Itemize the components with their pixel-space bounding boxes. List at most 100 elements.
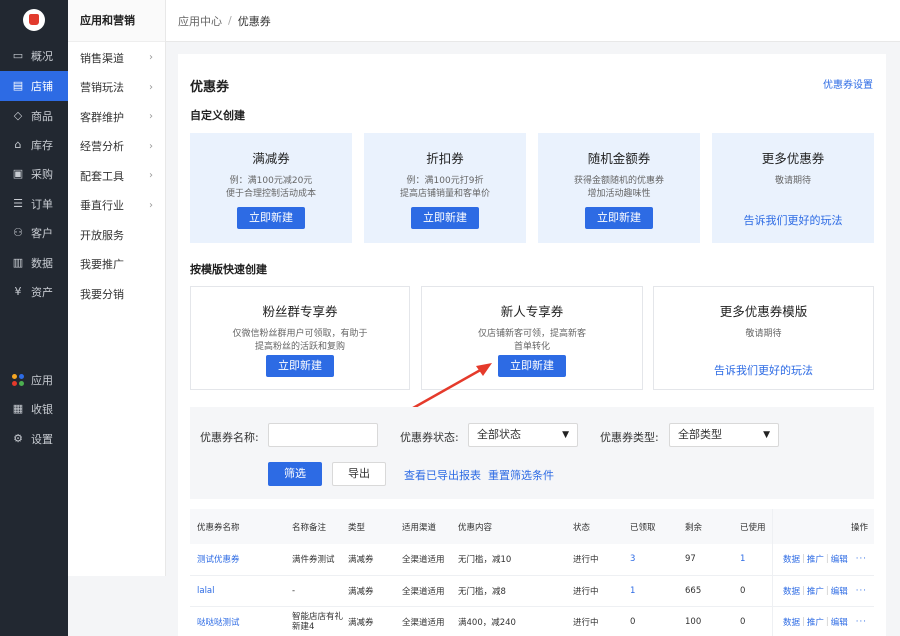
more-actions-icon[interactable]: ··· bbox=[856, 586, 867, 596]
coupon-name-link[interactable]: 哒哒哒测试 bbox=[197, 607, 240, 636]
subnav-item-label: 营销玩法 bbox=[80, 81, 124, 95]
claimed-link[interactable]: 3 bbox=[630, 544, 635, 575]
table-row: 测试优惠券 满件券测试 满减券 全渠道适用 无门槛，减10 进行中 3 97 1… bbox=[190, 544, 874, 576]
suggest-better-play-link[interactable]: 告诉我们更好的玩法 bbox=[712, 212, 874, 228]
view-exported-reports-link[interactable]: 查看已导出报表 bbox=[404, 467, 481, 483]
rail-item-label: 订单 bbox=[31, 198, 53, 211]
coupon-name-input[interactable] bbox=[268, 423, 378, 447]
coupon-name-link[interactable]: lalal bbox=[197, 576, 215, 607]
rail-item-label: 收银 bbox=[31, 403, 53, 416]
subnav-item-sales-channel[interactable]: 销售渠道 › bbox=[68, 43, 165, 73]
subnav-item-promote[interactable]: 我要推广 bbox=[68, 250, 165, 280]
card-title: 更多优惠券模版 bbox=[719, 304, 808, 319]
rail-item-inventory[interactable]: ⌂ 库存 bbox=[0, 130, 68, 160]
secondary-nav-title: 应用和营销 bbox=[68, 0, 165, 42]
create-random-amount-button[interactable]: 立即新建 bbox=[585, 207, 653, 229]
coupon-card-discount: 折扣券 例：满100元打9折 提高店铺销量和客单价 立即新建 bbox=[364, 133, 526, 243]
subnav-item-tools[interactable]: 配套工具 › bbox=[68, 161, 165, 191]
create-full-reduction-button[interactable]: 立即新建 bbox=[237, 207, 305, 229]
subnav-item-label: 经营分析 bbox=[80, 140, 124, 154]
create-fan-group-button[interactable]: 立即新建 bbox=[266, 355, 334, 377]
promote-action-link[interactable]: 推广 bbox=[807, 553, 824, 565]
used-cell: 0 bbox=[740, 617, 746, 628]
chevron-right-icon: › bbox=[149, 81, 153, 93]
rail-item-goods[interactable]: ◇ 商品 bbox=[0, 101, 68, 131]
subnav-item-analysis[interactable]: 经营分析 › bbox=[68, 132, 165, 162]
column-header: 类型 bbox=[348, 522, 366, 533]
coupon-type-label: 优惠券类型: bbox=[600, 431, 659, 444]
promote-action-link[interactable]: 推广 bbox=[807, 585, 824, 597]
subnav-item-label: 销售渠道 bbox=[80, 51, 124, 65]
page-title: 优惠券 bbox=[190, 80, 230, 95]
edit-action-link[interactable]: 编辑 bbox=[831, 553, 848, 565]
cashier-icon: ▦ bbox=[12, 402, 24, 415]
remaining-cell: 665 bbox=[685, 585, 702, 596]
rail-item-label: 设置 bbox=[31, 433, 53, 446]
promote-action-link[interactable]: 推广 bbox=[807, 616, 824, 628]
rail-item-store[interactable]: ▤ 店铺 bbox=[0, 71, 68, 101]
subnav-item-distribution[interactable]: 我要分销 bbox=[68, 279, 165, 309]
channel-cell: 全渠道适用 bbox=[402, 555, 445, 566]
rail-item-data[interactable]: ▥ 数据 bbox=[0, 248, 68, 278]
rail-item-orders[interactable]: ☰ 订单 bbox=[0, 189, 68, 219]
data-action-link[interactable]: 数据 bbox=[783, 553, 800, 565]
rail-item-customers[interactable]: ⚇ 客户 bbox=[0, 218, 68, 248]
edit-action-link[interactable]: 编辑 bbox=[831, 616, 848, 628]
caret-down-icon: ▼ bbox=[562, 430, 569, 440]
edit-action-link[interactable]: 编辑 bbox=[831, 585, 848, 597]
suggest-better-template-link[interactable]: 告诉我们更好的玩法 bbox=[654, 362, 873, 378]
subnav-item-open-service[interactable]: 开放服务 bbox=[68, 220, 165, 250]
cart-icon: ▣ bbox=[12, 167, 24, 180]
apps-icon bbox=[12, 374, 24, 386]
breadcrumb-parent[interactable]: 应用中心 bbox=[178, 13, 222, 29]
subnav-item-vertical[interactable]: 垂直行业 › bbox=[68, 191, 165, 221]
subnav-item-customer-care[interactable]: 客群维护 › bbox=[68, 102, 165, 132]
coupon-name-link[interactable]: 测试优惠券 bbox=[197, 544, 240, 575]
column-header: 适用渠道 bbox=[402, 522, 437, 533]
more-actions-icon[interactable]: ··· bbox=[856, 617, 867, 627]
gear-icon: ⚙ bbox=[13, 432, 23, 445]
card-desc-line: 增加活动趣味性 bbox=[587, 189, 651, 199]
coupon-status-select[interactable]: 全部状态 ▼ bbox=[468, 423, 578, 447]
ops-header-label: 操作 bbox=[850, 522, 868, 533]
store-icon: ▤ bbox=[12, 79, 24, 92]
coupon-settings-link[interactable]: 优惠券设置 bbox=[823, 76, 873, 91]
data-action-link[interactable]: 数据 bbox=[783, 585, 800, 597]
card-title: 随机金额券 bbox=[587, 151, 651, 166]
user-icon: ⚇ bbox=[13, 226, 23, 239]
create-new-customer-button[interactable]: 立即新建 bbox=[498, 355, 566, 377]
card-desc: 敬请期待 bbox=[654, 328, 873, 341]
rail-item-assets[interactable]: ¥ 资产 bbox=[0, 277, 68, 307]
reset-filters-link[interactable]: 重置筛选条件 bbox=[488, 467, 554, 483]
more-actions-icon[interactable]: ··· bbox=[856, 554, 867, 564]
used-link[interactable]: 1 bbox=[740, 544, 745, 575]
card-title: 粉丝群专享券 bbox=[262, 304, 338, 319]
export-button[interactable]: 导出 bbox=[332, 462, 386, 486]
used-cell: 0 bbox=[740, 585, 746, 596]
coupon-card-more: 更多优惠券 敬请期待 告诉我们更好的玩法 bbox=[712, 133, 874, 243]
rail-item-label: 库存 bbox=[31, 139, 53, 152]
create-discount-button[interactable]: 立即新建 bbox=[411, 207, 479, 229]
coupon-type-select[interactable]: 全部类型 ▼ bbox=[669, 423, 779, 447]
card-desc-line: 首单转化 bbox=[513, 342, 550, 352]
subnav-item-marketing[interactable]: 营销玩法 › bbox=[68, 73, 165, 103]
rail-item-cashier[interactable]: ▦ 收银 bbox=[0, 394, 68, 424]
rail-item-purchase[interactable]: ▣ 采购 bbox=[0, 159, 68, 189]
app-logo[interactable] bbox=[23, 9, 45, 31]
status-cell: 进行中 bbox=[573, 586, 599, 597]
rail-item-overview[interactable]: ▭ 概况 bbox=[0, 41, 68, 71]
filter-button[interactable]: 筛选 bbox=[268, 462, 322, 486]
rail-item-label: 商品 bbox=[31, 110, 53, 123]
divider: | bbox=[802, 554, 805, 565]
divider: | bbox=[825, 617, 829, 628]
column-header: 状态 bbox=[573, 522, 591, 533]
claimed-link[interactable]: 1 bbox=[630, 576, 635, 607]
template-card-more: 更多优惠券模版 敬请期待 告诉我们更好的玩法 bbox=[653, 286, 874, 390]
subnav-item-label: 配套工具 bbox=[80, 169, 124, 183]
rail-item-settings[interactable]: ⚙ 设置 bbox=[0, 424, 68, 454]
rail-item-apps[interactable]: 应用 bbox=[0, 365, 68, 395]
column-header: 操作 bbox=[772, 509, 874, 544]
rail-item-label: 应用 bbox=[31, 374, 53, 387]
content-cell: 无门槛，减8 bbox=[458, 586, 506, 597]
data-action-link[interactable]: 数据 bbox=[783, 616, 800, 628]
